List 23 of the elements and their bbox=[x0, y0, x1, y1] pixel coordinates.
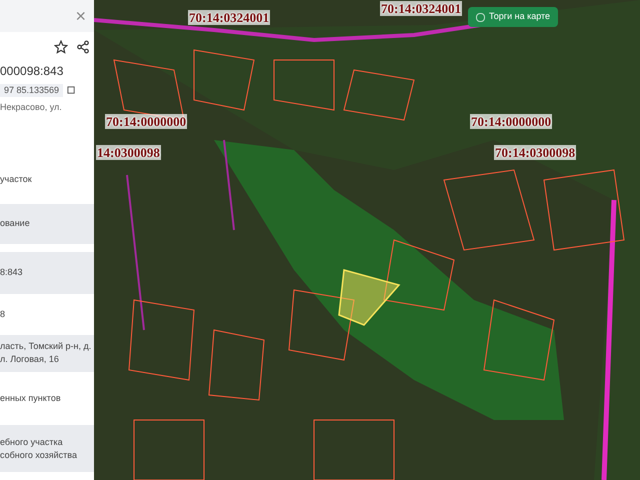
satellite-map[interactable]: 70:14:0324001 70:14:0324001 70:14:0000000 70:14:0000000 14:0300098 70:14:0300098 Торги на карте bbox=[94, 0, 640, 480]
copy-icon[interactable] bbox=[67, 86, 76, 95]
cadastral-number: 000098:843 bbox=[0, 62, 64, 80]
favorite-star-icon[interactable] bbox=[54, 40, 68, 54]
share-icon[interactable] bbox=[76, 40, 90, 54]
close-button[interactable]: × bbox=[75, 6, 86, 25]
cadastral-quarter-label: 70:14:0324001 bbox=[188, 10, 270, 25]
property-field-text: енных пунктов bbox=[0, 392, 61, 406]
toggle-checkbox[interactable] bbox=[476, 12, 485, 22]
property-field-text: 8:843 bbox=[0, 266, 23, 280]
property-field-text: ование bbox=[0, 217, 30, 230]
cadastral-quarter-label: 70:14:0300098 bbox=[494, 145, 576, 160]
property-field-text: ебного участка собного хозяйства bbox=[0, 436, 77, 462]
address-line: Некрасово, ул. bbox=[0, 101, 63, 114]
cadastral-quarter-label: 70:14:0324001 bbox=[380, 1, 462, 16]
property-field-text: ласть, Томский р-н, д. л. Логовая, 16 bbox=[0, 340, 92, 366]
auctions-toggle-button[interactable]: Торги на карте bbox=[468, 7, 558, 27]
property-field-text: участок bbox=[0, 173, 32, 186]
property-field-text: 8 bbox=[0, 308, 6, 322]
cadastral-quarter-label: 70:14:0000000 bbox=[105, 114, 188, 129]
coordinates: 97 85.133569 bbox=[0, 84, 64, 98]
cadastral-quarter-label: 14:0300098 bbox=[96, 145, 161, 160]
cadastral-quarter-label: 70:14:0000000 bbox=[470, 114, 552, 129]
